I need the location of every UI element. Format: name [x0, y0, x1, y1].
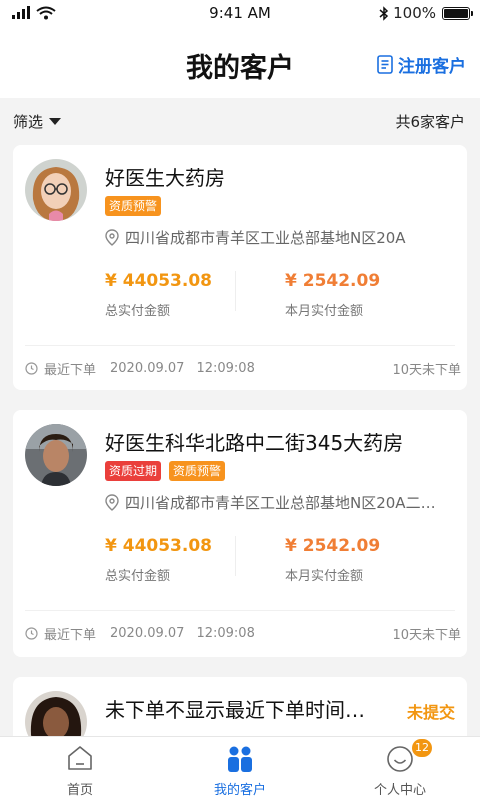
notification-badge: 12 [412, 739, 432, 757]
tab-home[interactable]: 首页 [0, 737, 160, 800]
customer-address: 四川省成都市青羊区工业总部基地N区20A二… [125, 494, 436, 512]
customer-card[interactable]: 好医生科华北路中二街345大药房 资质过期 资质预警 四川省成都市青羊区工业总部… [13, 410, 467, 657]
customer-count: 共6家客户 [395, 113, 465, 131]
register-customer-label: 注册客户 [398, 57, 466, 77]
tab-profile[interactable]: 12 个人中心 [320, 737, 480, 800]
divider [25, 345, 455, 346]
month-amount-label: 本月实付金额 [285, 569, 364, 584]
divider [235, 536, 236, 576]
status-bar: 9:41 AM 100% [0, 0, 480, 26]
status-badge: 资质过期 [105, 461, 162, 481]
last-order-date: 2020.09.07 [110, 361, 185, 376]
customer-card[interactable]: 好医生大药房 资质预警 四川省成都市青羊区工业总部基地N区20A ¥ 44053… [13, 145, 467, 390]
last-order-date: 2020.09.07 [110, 626, 185, 641]
month-amount: ¥ 2542.09 [285, 271, 381, 291]
tab-label: 首页 [66, 783, 93, 798]
month-amount-label: 本月实付金额 [285, 304, 364, 319]
customer-address: 四川省成都市青羊区工业总部基地N区20A [125, 229, 406, 247]
tab-label: 个人中心 [373, 783, 426, 798]
customer-name: 未下单不显示最近下单时间… [105, 698, 365, 722]
customers-icon [228, 746, 252, 772]
last-order-time: 12:09:08 [196, 361, 255, 376]
battery-percent: 100% [393, 4, 436, 22]
total-amount-label: 总实付金额 [105, 569, 171, 584]
last-order-label: 最近下单 [44, 363, 97, 378]
status-badge: 资质预警 [105, 196, 162, 216]
clock-icon [25, 627, 38, 640]
clock-icon [25, 362, 38, 375]
total-amount: ¥ 44053.08 [105, 271, 213, 291]
customer-name: 好医生大药房 [105, 166, 225, 190]
document-icon [377, 55, 393, 74]
avatar [25, 424, 87, 486]
tab-my-customers[interactable]: 我的客户 [160, 737, 320, 800]
status-badge: 资质预警 [169, 461, 226, 481]
month-amount: ¥ 2542.09 [285, 536, 381, 556]
days-without-order: 10天未下单 [392, 628, 461, 643]
bluetooth-icon [379, 5, 389, 21]
avatar [25, 159, 87, 221]
filter-bar: 筛选 共6家客户 [0, 98, 480, 144]
tab-label: 我的客户 [213, 783, 266, 798]
total-amount-label: 总实付金额 [105, 304, 171, 319]
last-order-label: 最近下单 [44, 628, 97, 643]
status-label: 未提交 [406, 703, 455, 722]
filter-dropdown[interactable]: 筛选 [13, 111, 62, 132]
filter-label: 筛选 [13, 113, 44, 131]
total-amount: ¥ 44053.08 [105, 536, 213, 556]
divider [25, 610, 455, 611]
home-icon [68, 746, 92, 770]
tag-list: 资质预警 [105, 196, 162, 216]
smile-icon [387, 746, 413, 772]
caret-down-icon [49, 118, 62, 125]
days-without-order: 10天未下单 [392, 363, 461, 378]
battery-icon [442, 6, 473, 20]
location-icon [105, 229, 119, 246]
tab-bar: 首页 我的客户 12 个人中心 [0, 736, 480, 800]
divider [235, 271, 236, 311]
tag-list: 资质过期 资质预警 [105, 461, 226, 481]
last-order-time: 12:09:08 [196, 626, 255, 641]
location-icon [105, 494, 119, 511]
header: 我的客户 注册客户 [0, 26, 480, 98]
customer-name: 好医生科华北路中二街345大药房 [105, 431, 404, 455]
register-customer-button[interactable]: 注册客户 [377, 52, 466, 77]
